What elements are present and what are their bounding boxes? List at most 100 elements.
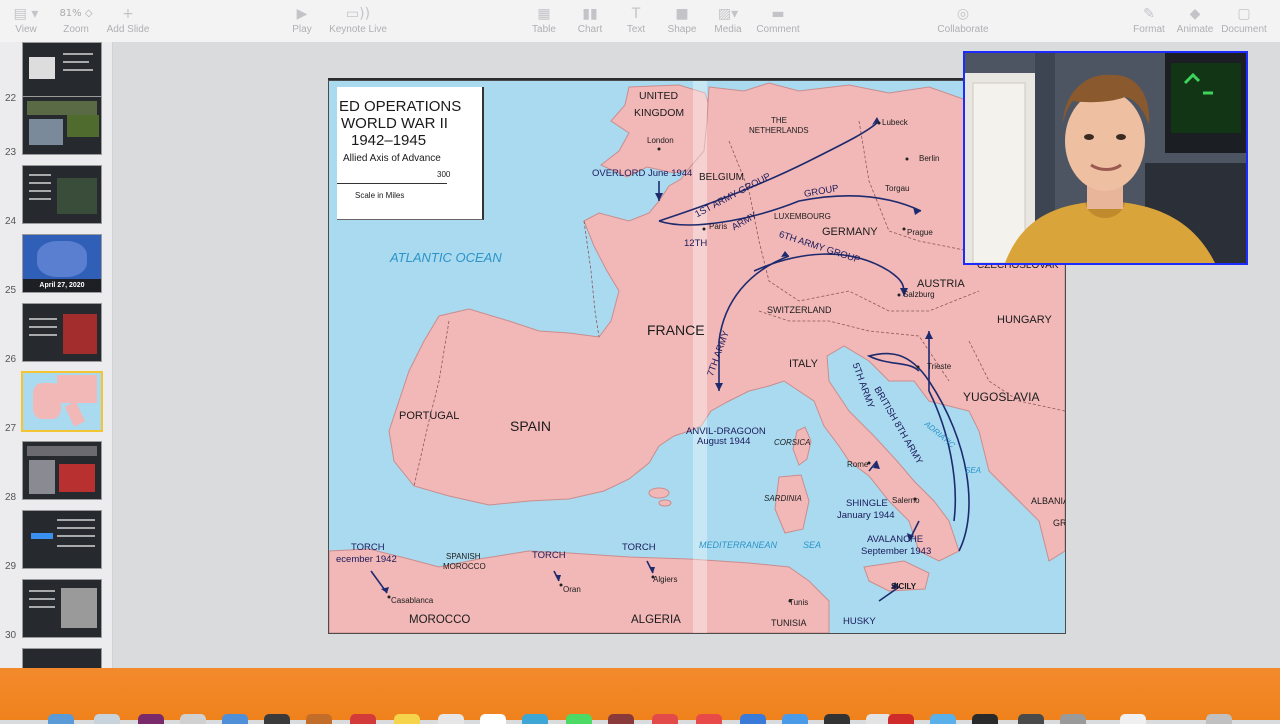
downloads-icon[interactable]	[1120, 714, 1146, 724]
slide-navigator[interactable]: 22 23 24 April 27, 2020 25 26 27 28 29 3…	[0, 42, 113, 668]
toolbar: ▤ ▾ View 81% ◇ Zoom + Add Slide ▶ Play ▭…	[0, 0, 1280, 43]
label-italy: ITALY	[789, 358, 818, 370]
launchpad-icon[interactable]	[94, 714, 120, 724]
app-icon[interactable]	[930, 714, 956, 724]
slide-preview	[22, 579, 102, 638]
label-france: FRANCE	[647, 322, 705, 338]
label-january-1944: January 1944	[837, 510, 895, 521]
document-icon: ▢	[1237, 6, 1251, 22]
notes-icon[interactable]	[394, 714, 420, 724]
comment-button[interactable]: ▬ Comment	[746, 4, 810, 36]
label-12th: 12TH	[684, 238, 708, 249]
map-legend: ED OPERATIONS WORLD WAR II 1942–1945 All…	[337, 87, 484, 220]
slide-thumbnail-30[interactable]: 30	[0, 577, 112, 643]
photos-icon[interactable]	[480, 714, 506, 724]
music-icon[interactable]	[652, 714, 678, 724]
label-yugoslavia: YUGOSLAVIA	[963, 390, 1040, 404]
label-avalanche: AVALANCHE	[867, 534, 924, 545]
app-icon[interactable]	[522, 714, 548, 724]
label-torch-casablanca: TORCH	[351, 542, 385, 553]
slide-thumbnail-27[interactable]: 27	[0, 370, 112, 436]
label-germany: GERMANY	[822, 226, 878, 238]
collaborate-button[interactable]: ◎ Collaborate	[931, 4, 995, 36]
webcam-overlay[interactable]	[963, 51, 1248, 265]
label-sicily: SICILY	[891, 582, 917, 591]
label-mediterranean: MEDITERRANEAN	[699, 540, 778, 550]
reminders-icon[interactable]	[438, 714, 464, 724]
slide-map[interactable]: ED OPERATIONS WORLD WAR II 1942–1945 All…	[328, 80, 1066, 634]
label-switzerland: SWITZERLAND	[767, 305, 832, 315]
slide-thumbnail-23[interactable]: 23	[0, 94, 112, 160]
app-icon[interactable]	[740, 714, 766, 724]
app-icon[interactable]	[888, 714, 914, 724]
app-store-icon[interactable]	[782, 714, 808, 724]
slide-preview: April 27, 2020	[22, 234, 102, 293]
label-the: THE	[771, 116, 787, 125]
label-september-1943: September 1943	[861, 546, 932, 557]
slide-thumbnail-24[interactable]: 24	[0, 163, 112, 229]
slide-thumbnail-29[interactable]: 29	[0, 508, 112, 574]
legend-title-line2: WORLD WAR II	[341, 115, 448, 132]
label-algiers: Algiers	[653, 575, 678, 584]
slide-preview	[22, 165, 102, 224]
scale-bar	[337, 183, 447, 184]
play-button[interactable]: ▶ Play	[270, 4, 334, 36]
app-icon[interactable]	[696, 714, 722, 724]
label-mediterranean-sea: SEA	[803, 540, 822, 550]
label-kingdom: KINGDOM	[634, 107, 685, 119]
slide-thumbnail-28[interactable]: 28	[0, 439, 112, 505]
label-prague: Prague	[907, 228, 933, 237]
slide-thumbnail-26[interactable]: 26	[0, 301, 112, 367]
label-overlord: OVERLORD June 1944	[592, 168, 693, 179]
label-luxembourg: LUXEMBOURG	[774, 212, 831, 221]
comment-icon: ▬	[771, 6, 785, 22]
label-december-1942: ecember 1942	[336, 554, 397, 565]
app-icon[interactable]	[824, 714, 850, 724]
label-netherlands: NETHERLANDS	[749, 126, 809, 135]
label-lubeck: Lubeck	[882, 118, 908, 127]
label-salzburg: Salzburg	[903, 290, 935, 299]
calendar-icon[interactable]	[350, 714, 376, 724]
finder-icon[interactable]	[48, 714, 74, 724]
label-tunis: Tunis	[789, 598, 809, 607]
keynote-live-button[interactable]: ▭)) Keynote Live	[326, 4, 390, 36]
app-icon[interactable]	[972, 714, 998, 724]
slide-preview	[22, 303, 102, 362]
label-spanish: SPANISH	[446, 552, 481, 561]
terminal-icon[interactable]	[1018, 714, 1044, 724]
legend-subtitle: Allied Axis of Advance	[343, 153, 441, 164]
slide-thumbnail-31[interactable]	[0, 646, 112, 668]
label-paris: Paris	[709, 222, 728, 231]
legend-title-line1: ED OPERATIONS	[339, 98, 462, 115]
dock	[0, 668, 1280, 724]
label-adriatic-sea: SEA	[965, 466, 982, 475]
safari-icon[interactable]	[180, 714, 206, 724]
label-spain: SPAIN	[510, 418, 551, 434]
trash-icon[interactable]	[1206, 714, 1232, 724]
label-sardinia: SARDINIA	[764, 494, 802, 503]
app-icon[interactable]	[222, 714, 248, 724]
label-rome: Rome	[847, 460, 869, 469]
app-icon[interactable]	[264, 714, 290, 724]
app-icon[interactable]	[1060, 714, 1086, 724]
label-torch-oran: TORCH	[532, 550, 566, 561]
label-casablanca: Casablanca	[391, 596, 434, 605]
label-shingle: SHINGLE	[846, 498, 888, 509]
slide-thumbnail-25[interactable]: April 27, 2020 25	[0, 232, 112, 298]
legend-years: 1942–1945	[351, 132, 427, 149]
app-icon[interactable]	[138, 714, 164, 724]
label-portugal: PORTUGAL	[399, 410, 460, 422]
slide-caption: April 27, 2020	[23, 279, 101, 292]
slide-preview	[22, 441, 102, 500]
app-icon[interactable]	[608, 714, 634, 724]
label-salerno: Salerno	[892, 496, 920, 505]
label-austria: AUSTRIA	[917, 278, 965, 290]
label-tunisia: TUNISIA	[771, 618, 807, 628]
messages-icon[interactable]	[566, 714, 592, 724]
label-torgau: Torgau	[885, 184, 910, 193]
add-slide-button[interactable]: + Add Slide	[96, 4, 160, 36]
label-algeria: ALGERIA	[631, 614, 681, 626]
document-button[interactable]: ▢ Document	[1212, 4, 1276, 36]
presenter-video	[965, 53, 1246, 263]
app-icon[interactable]	[306, 714, 332, 724]
